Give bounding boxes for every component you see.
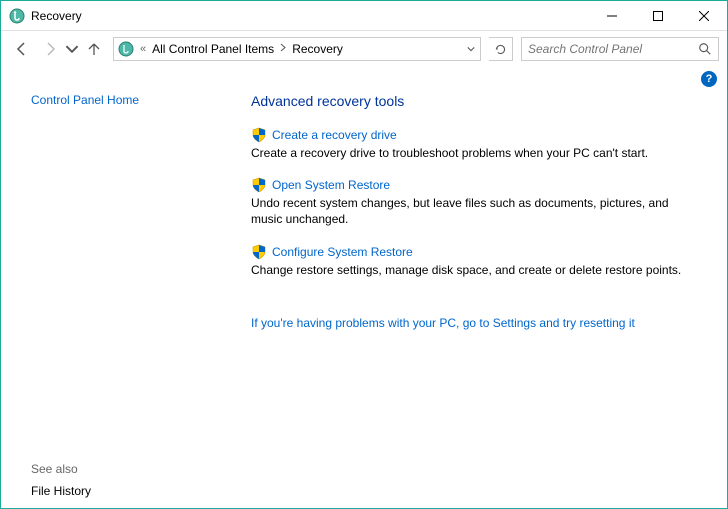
forward-button[interactable]	[37, 36, 63, 62]
titlebar: Recovery	[1, 1, 727, 31]
search-box[interactable]	[521, 37, 719, 61]
chevron-right-icon	[278, 43, 288, 55]
tool-create-recovery-drive: Create a recovery drive Create a recover…	[251, 127, 697, 161]
recovery-app-icon	[9, 8, 25, 24]
recent-locations-dropdown[interactable]	[65, 36, 79, 62]
maximize-button[interactable]	[635, 1, 681, 31]
search-icon[interactable]	[698, 42, 712, 56]
sidebar: Control Panel Home See also File History	[1, 87, 221, 508]
configure-system-restore-desc: Change restore settings, manage disk spa…	[251, 262, 697, 278]
shield-icon	[251, 177, 267, 193]
create-recovery-drive-desc: Create a recovery drive to troubleshoot …	[251, 145, 697, 161]
file-history-link[interactable]: File History	[31, 484, 221, 498]
shield-icon	[251, 127, 267, 143]
tool-configure-system-restore: Configure System Restore Change restore …	[251, 244, 697, 278]
control-panel-home-link[interactable]: Control Panel Home	[31, 93, 221, 107]
window-title: Recovery	[31, 9, 589, 23]
main-panel: Advanced recovery tools Create a recover…	[221, 87, 727, 508]
configure-system-restore-link[interactable]: Configure System Restore	[272, 245, 413, 259]
address-bar[interactable]: « All Control Panel Items Recovery	[113, 37, 481, 61]
breadcrumb-recovery[interactable]: Recovery	[288, 42, 347, 56]
minimize-button[interactable]	[589, 1, 635, 31]
control-panel-icon	[118, 41, 134, 57]
create-recovery-drive-link[interactable]: Create a recovery drive	[272, 128, 397, 142]
nav-toolbar: « All Control Panel Items Recovery	[1, 31, 727, 67]
chevron-left-icon: «	[138, 43, 148, 55]
up-button[interactable]	[81, 36, 107, 62]
page-heading: Advanced recovery tools	[251, 93, 697, 109]
back-button[interactable]	[9, 36, 35, 62]
breadcrumb-all-items[interactable]: All Control Panel Items	[148, 42, 278, 56]
open-system-restore-desc: Undo recent system changes, but leave fi…	[251, 195, 697, 227]
tool-open-system-restore: Open System Restore Undo recent system c…	[251, 177, 697, 227]
see-also-label: See also	[31, 462, 221, 476]
close-button[interactable]	[681, 1, 727, 31]
address-dropdown-icon[interactable]	[462, 45, 480, 53]
help-icon[interactable]: ?	[701, 71, 717, 87]
settings-reset-link[interactable]: If you're having problems with your PC, …	[251, 316, 635, 330]
search-input[interactable]	[528, 42, 698, 56]
shield-icon	[251, 244, 267, 260]
refresh-button[interactable]	[489, 37, 513, 61]
open-system-restore-link[interactable]: Open System Restore	[272, 178, 390, 192]
